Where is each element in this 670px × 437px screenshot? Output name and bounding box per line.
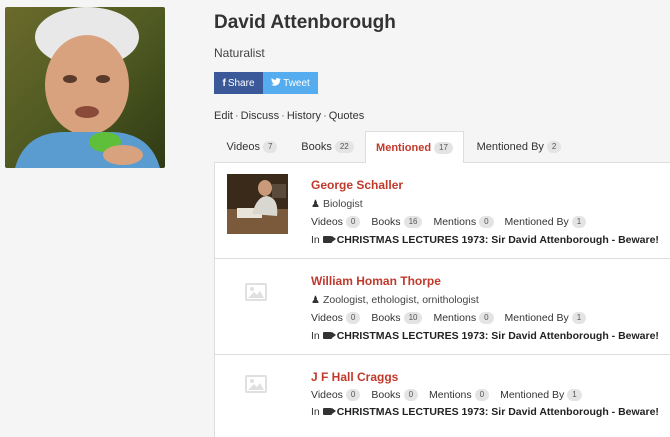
image-placeholder-icon	[245, 375, 267, 393]
list-item: J F Hall Craggs Videos 0 Books 0 Mentions 0…	[215, 355, 670, 437]
stat-mentioned-by[interactable]: Mentioned By 1	[500, 389, 582, 401]
stat-videos[interactable]: Videos 0	[311, 216, 361, 228]
in-prefix: In	[311, 330, 320, 342]
stat-mentioned-by[interactable]: Mentioned By 1	[505, 312, 587, 324]
count-badge: 1	[571, 216, 587, 228]
person-name-link[interactable]: William Homan Thorpe	[311, 274, 441, 288]
discuss-link[interactable]: Discuss	[241, 110, 280, 122]
mention-source: In CHRISTMAS LECTURES 1973: Sir David At…	[311, 234, 659, 246]
person-stats: Videos 0 Books 16 Mentions 0 Mentioned By 1	[311, 216, 597, 228]
profile-photo	[5, 7, 165, 168]
stat-label: Mentions	[433, 216, 477, 228]
tab-label: Videos	[226, 141, 260, 153]
occupation-text: Biologist	[322, 198, 363, 210]
mention-source: In CHRISTMAS LECTURES 1973: Sir David At…	[311, 330, 659, 342]
stat-videos[interactable]: Videos 0	[311, 389, 361, 401]
profile-occupation: Naturalist	[214, 46, 265, 60]
source-video-link[interactable]: CHRISTMAS LECTURES 1973: Sir David Atten…	[337, 406, 659, 418]
separator: ·	[323, 110, 327, 122]
twitter-tweet-label: Tweet	[283, 77, 310, 89]
page-title: David Attenborough	[214, 12, 396, 33]
stat-videos[interactable]: Videos 0	[311, 312, 361, 324]
stat-label: Videos	[311, 216, 343, 228]
count-badge: 2	[546, 141, 562, 153]
video-camera-icon	[322, 408, 336, 415]
person-stats: Videos 0 Books 10 Mentions 0 Mentioned By 1	[311, 312, 597, 324]
person-name-link[interactable]: J F Hall Craggs	[311, 370, 398, 384]
stat-books[interactable]: Books 10	[371, 312, 423, 324]
person-occupation: ♟ Zoologist, ethologist, ornithologist	[311, 294, 479, 306]
stat-books[interactable]: Books 16	[371, 216, 423, 228]
tab-mentioned-by[interactable]: Mentioned By 2	[464, 131, 574, 163]
stat-label: Mentioned By	[500, 389, 565, 401]
tab-books[interactable]: Books 22	[290, 131, 365, 163]
stat-label: Books	[371, 312, 401, 324]
tab-videos[interactable]: Videos 7	[214, 131, 290, 163]
count-badge: 0	[345, 216, 361, 228]
count-badge: 0	[479, 216, 494, 228]
stat-label: Books	[371, 216, 401, 228]
count-badge: 17	[434, 141, 453, 154]
person-stats: Videos 0 Books 0 Mentions 0 Mentioned By 1	[311, 389, 593, 401]
in-prefix: In	[311, 234, 320, 246]
quotes-link[interactable]: Quotes	[329, 110, 364, 122]
tab-label: Books	[301, 141, 332, 153]
stat-mentions[interactable]: Mentions 0	[429, 389, 490, 401]
separator: ·	[281, 110, 285, 122]
count-badge: 0	[474, 389, 490, 401]
person-name-link[interactable]: George Schaller	[311, 178, 403, 192]
mention-source: In CHRISTMAS LECTURES 1973: Sir David At…	[311, 406, 659, 418]
person-occupation: ♟ Biologist	[311, 198, 363, 210]
count-badge: 0	[345, 312, 361, 324]
tab-label: Mentioned	[376, 141, 432, 154]
stat-label: Mentioned By	[504, 216, 569, 228]
stat-label: Videos	[311, 389, 343, 401]
history-link[interactable]: History	[287, 110, 321, 122]
separator: ·	[234, 110, 239, 122]
stat-label: Mentioned By	[504, 312, 569, 324]
twitter-tweet-button[interactable]: Tweet	[263, 72, 318, 94]
video-camera-icon	[322, 332, 336, 339]
count-badge: 7	[262, 141, 278, 153]
facebook-icon: f	[222, 77, 226, 89]
stat-label: Mentions	[429, 389, 472, 401]
tab-mentioned[interactable]: Mentioned 17	[365, 131, 464, 164]
facebook-share-button[interactable]: f Share	[214, 72, 263, 94]
image-placeholder-icon	[245, 283, 267, 301]
stat-books[interactable]: Books 0	[371, 389, 419, 401]
stat-mentions[interactable]: Mentions 0	[433, 312, 494, 324]
list-item: William Homan Thorpe ♟ Zoologist, etholog…	[215, 259, 670, 355]
count-badge: 10	[403, 312, 423, 324]
user-icon: ♟	[311, 199, 320, 210]
count-badge: 1	[571, 312, 587, 324]
count-badge: 0	[479, 312, 494, 324]
stat-label: Videos	[311, 312, 343, 324]
in-prefix: In	[311, 406, 320, 418]
share-buttons: f Share Tweet	[214, 72, 318, 94]
stat-mentions[interactable]: Mentions 0	[433, 216, 494, 228]
stat-label: Books	[371, 389, 401, 401]
edit-link[interactable]: Edit	[214, 110, 233, 122]
profile-actions: Edit · Discuss · History · Quotes	[214, 110, 364, 122]
count-badge: 16	[403, 216, 423, 228]
twitter-icon	[271, 77, 282, 89]
tab-label: Mentioned By	[476, 141, 544, 153]
count-badge: 1	[567, 389, 582, 401]
count-badge: 0	[403, 389, 419, 401]
stat-mentioned-by[interactable]: Mentioned By 1	[505, 216, 587, 228]
user-icon: ♟	[311, 295, 320, 306]
count-badge: 0	[345, 389, 361, 401]
list-item: George Schaller ♟ Biologist Videos 0 Books…	[215, 163, 670, 259]
count-badge: 22	[334, 141, 354, 153]
stat-label: Mentions	[433, 312, 477, 324]
occupation-text: Zoologist, ethologist, ornithologist	[322, 294, 479, 306]
source-video-link[interactable]: CHRISTMAS LECTURES 1973: Sir David Atten…	[337, 234, 659, 246]
source-video-link[interactable]: CHRISTMAS LECTURES 1973: Sir David Atten…	[337, 330, 659, 342]
facebook-share-label: Share	[227, 77, 255, 89]
profile-tabs: Videos 7 Books 22 Mentioned 17 Mentioned By…	[214, 131, 670, 164]
mentioned-list: George Schaller ♟ Biologist Videos 0 Books…	[214, 163, 670, 437]
video-camera-icon	[322, 236, 336, 243]
person-thumbnail[interactable]	[227, 174, 288, 234]
